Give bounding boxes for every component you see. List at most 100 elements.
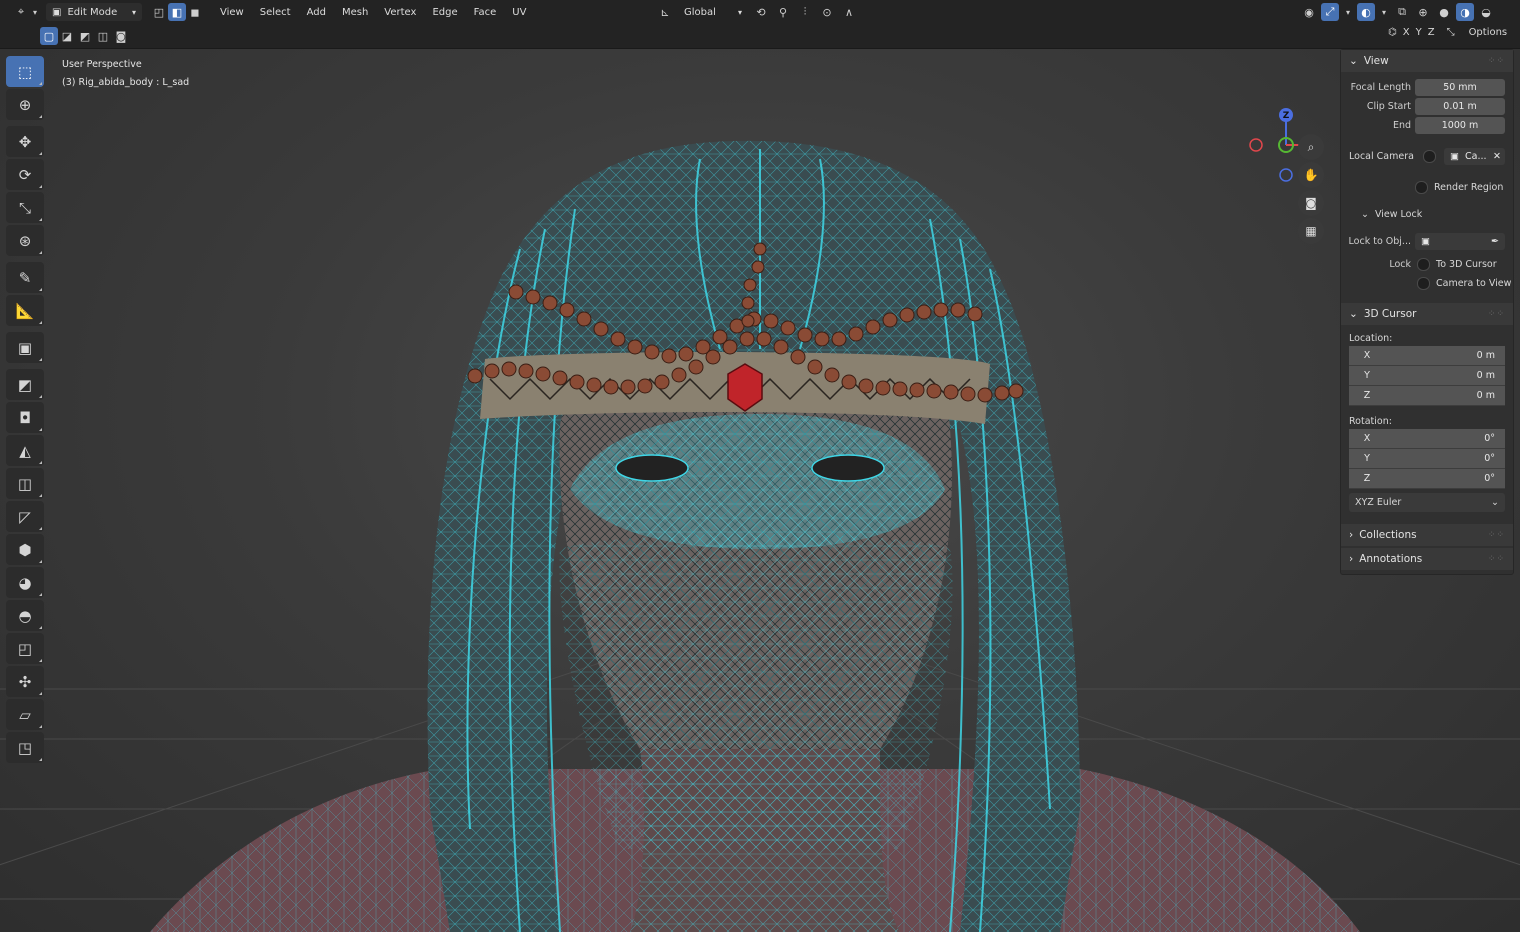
chevron-down-icon[interactable]: ▾ bbox=[1378, 3, 1390, 21]
add-cube-icon[interactable]: ▣ bbox=[6, 332, 44, 363]
extrude-icon[interactable]: ◩ bbox=[6, 369, 44, 400]
mirror-y-toggle[interactable]: Y bbox=[1416, 27, 1422, 38]
select-intersect-icon[interactable]: ◙ bbox=[112, 27, 130, 45]
edge-slide-icon[interactable]: ◰ bbox=[6, 633, 44, 664]
location-z-field[interactable]: Z 0 m bbox=[1349, 386, 1505, 406]
view-lock-header[interactable]: ⌄ View Lock bbox=[1341, 205, 1513, 224]
drag-handle-icon[interactable]: ⁘⁘ bbox=[1488, 56, 1505, 66]
select-extend-icon[interactable]: ◪ bbox=[58, 27, 76, 45]
knife-icon[interactable]: ◸ bbox=[6, 501, 44, 532]
right-eye-opening bbox=[811, 454, 885, 482]
falloff-icon[interactable]: ∧ bbox=[840, 3, 858, 21]
annotations-section-header[interactable]: › Annotations ⁘⁘ bbox=[1341, 548, 1513, 570]
snap-icon[interactable]: ⚲ bbox=[774, 3, 792, 21]
snap-target-icon[interactable]: ⫶ bbox=[796, 3, 814, 21]
rotation-y-field[interactable]: Y 0° bbox=[1349, 449, 1505, 469]
clear-icon[interactable]: ✕ bbox=[1493, 151, 1505, 162]
drag-handle-icon[interactable]: ⁘⁘ bbox=[1488, 530, 1505, 540]
spin-icon[interactable]: ◕ bbox=[6, 567, 44, 598]
location-x-field[interactable]: X 0 m bbox=[1349, 346, 1505, 366]
camera-to-view-checkbox[interactable] bbox=[1417, 277, 1430, 290]
lock-cursor-checkbox[interactable] bbox=[1417, 258, 1430, 271]
bevel-icon[interactable]: ◭ bbox=[6, 435, 44, 466]
view-section-header[interactable]: ⌄ View ⁘⁘ bbox=[1341, 50, 1513, 72]
clip-start-field[interactable]: 0.01 m bbox=[1415, 98, 1505, 115]
transform-icon[interactable]: ⊛ bbox=[6, 225, 44, 256]
measure-icon[interactable]: 📐 bbox=[6, 295, 44, 326]
poly-build-icon[interactable]: ⬢ bbox=[6, 534, 44, 565]
pivot-point-icon[interactable]: ⟲ bbox=[752, 3, 770, 21]
select-invert-icon[interactable]: ◫ bbox=[94, 27, 112, 45]
xray-icon[interactable]: ⧉ bbox=[1393, 3, 1411, 21]
menu-uv[interactable]: UV bbox=[504, 7, 534, 18]
menu-view[interactable]: View bbox=[212, 7, 252, 18]
collections-section-header[interactable]: › Collections ⁘⁘ bbox=[1341, 524, 1513, 546]
chevron-down-icon[interactable]: ▾ bbox=[1342, 3, 1354, 21]
lock-object-field[interactable]: ▣ ✒ bbox=[1415, 233, 1505, 250]
mirror-z-toggle[interactable]: Z bbox=[1428, 27, 1435, 38]
face-select-icon[interactable]: ◼ bbox=[186, 3, 204, 21]
smooth-icon[interactable]: ◓ bbox=[6, 600, 44, 631]
location-y-field[interactable]: Y 0 m bbox=[1349, 366, 1505, 386]
pan-hand-icon[interactable]: ✋ bbox=[1298, 162, 1324, 188]
cursor-section-header[interactable]: ⌄ 3D Cursor ⁘⁘ bbox=[1341, 303, 1513, 325]
rotate-icon[interactable]: ⟳ bbox=[6, 159, 44, 190]
proportional-edit-icon[interactable]: ⊙ bbox=[818, 3, 836, 21]
menu-edge[interactable]: Edge bbox=[424, 7, 465, 18]
rotation-mode-dropdown[interactable]: XYZ Euler ⌄ bbox=[1349, 493, 1505, 512]
loop-cut-icon[interactable]: ◫ bbox=[6, 468, 44, 499]
menu-face[interactable]: Face bbox=[466, 7, 505, 18]
menu-mesh[interactable]: Mesh bbox=[334, 7, 376, 18]
mode-dropdown[interactable]: ▣ Edit Mode ▾ bbox=[46, 3, 142, 21]
clip-end-field[interactable]: 1000 m bbox=[1415, 117, 1505, 134]
inset-icon[interactable]: ◘ bbox=[6, 402, 44, 433]
rendered-shading-icon[interactable]: ◒ bbox=[1477, 3, 1495, 21]
lock-object-row: Lock to Obj... ▣ ✒ bbox=[1341, 232, 1513, 251]
drag-handle-icon[interactable]: ⁘⁘ bbox=[1488, 554, 1505, 564]
render-region-checkbox[interactable] bbox=[1415, 181, 1428, 194]
material-shading-icon[interactable]: ◑ bbox=[1456, 3, 1474, 21]
edge-select-icon[interactable]: ◧ bbox=[168, 3, 186, 21]
transform-orientation-label: Global bbox=[684, 6, 716, 18]
menu-vertex[interactable]: Vertex bbox=[376, 7, 424, 18]
overlay-toggle-icon[interactable]: ◐ bbox=[1357, 3, 1375, 21]
solid-shading-icon[interactable]: ● bbox=[1435, 3, 1453, 21]
camera-view-icon[interactable]: ◙ bbox=[1298, 190, 1324, 216]
select-box-icon[interactable]: ⬚ bbox=[6, 56, 44, 87]
wireframe-shading-icon[interactable]: ⊕ bbox=[1414, 3, 1432, 21]
transform-orientation-dropdown[interactable]: Global ▾ bbox=[678, 3, 748, 21]
scale-icon[interactable]: ⤡ bbox=[6, 192, 44, 223]
shrink-fatten-icon[interactable]: ✣ bbox=[6, 666, 44, 697]
rip-region-icon[interactable]: ◳ bbox=[6, 732, 44, 763]
rotation-x-field[interactable]: X 0° bbox=[1349, 429, 1505, 449]
axis-label: Z bbox=[1363, 473, 1371, 484]
annotate-icon[interactable]: ✎ bbox=[6, 262, 44, 293]
select-new-icon[interactable]: ▢ bbox=[40, 27, 58, 45]
vertex-select-icon[interactable]: ◰ bbox=[150, 3, 168, 21]
options-dropdown[interactable]: Options bbox=[1469, 27, 1508, 38]
cursor-icon[interactable]: ⊕ bbox=[6, 89, 44, 120]
drag-handle-icon[interactable]: ⁘⁘ bbox=[1488, 309, 1505, 319]
zoom-icon[interactable]: ⌕ bbox=[1298, 134, 1324, 160]
menu-add[interactable]: Add bbox=[299, 7, 334, 18]
view-lock-title: View Lock bbox=[1374, 209, 1423, 220]
focal-length-field[interactable]: 50 mm bbox=[1415, 79, 1505, 96]
3d-viewport[interactable]: User Perspective (3) Rig_abida_body : L_… bbox=[0, 49, 1520, 932]
editor-type-chevron-icon[interactable]: ▾ bbox=[30, 3, 40, 21]
eyedropper-icon[interactable]: ✒ bbox=[1491, 236, 1499, 247]
lock-label: Lock bbox=[1389, 259, 1411, 270]
visibility-icon[interactable]: ◉ bbox=[1300, 3, 1318, 21]
auto-merge-icon[interactable]: ⤡ bbox=[1447, 27, 1455, 38]
local-camera-value: Ca... bbox=[1464, 151, 1487, 162]
ortho-grid-icon[interactable]: ▦ bbox=[1298, 218, 1324, 244]
local-camera-field[interactable]: ▣ Ca... ✕ bbox=[1444, 148, 1505, 165]
mirror-x-toggle[interactable]: X bbox=[1403, 27, 1410, 38]
rotation-z-field[interactable]: Z 0° bbox=[1349, 469, 1505, 489]
shear-icon[interactable]: ▱ bbox=[6, 699, 44, 730]
select-subtract-icon[interactable]: ◩ bbox=[76, 27, 94, 45]
editor-type-icon[interactable]: ⌖ bbox=[12, 3, 30, 21]
menu-select[interactable]: Select bbox=[252, 7, 299, 18]
move-icon[interactable]: ✥ bbox=[6, 126, 44, 157]
local-camera-checkbox[interactable] bbox=[1423, 150, 1436, 163]
gizmo-toggle-icon[interactable]: ⤢ bbox=[1321, 3, 1339, 21]
